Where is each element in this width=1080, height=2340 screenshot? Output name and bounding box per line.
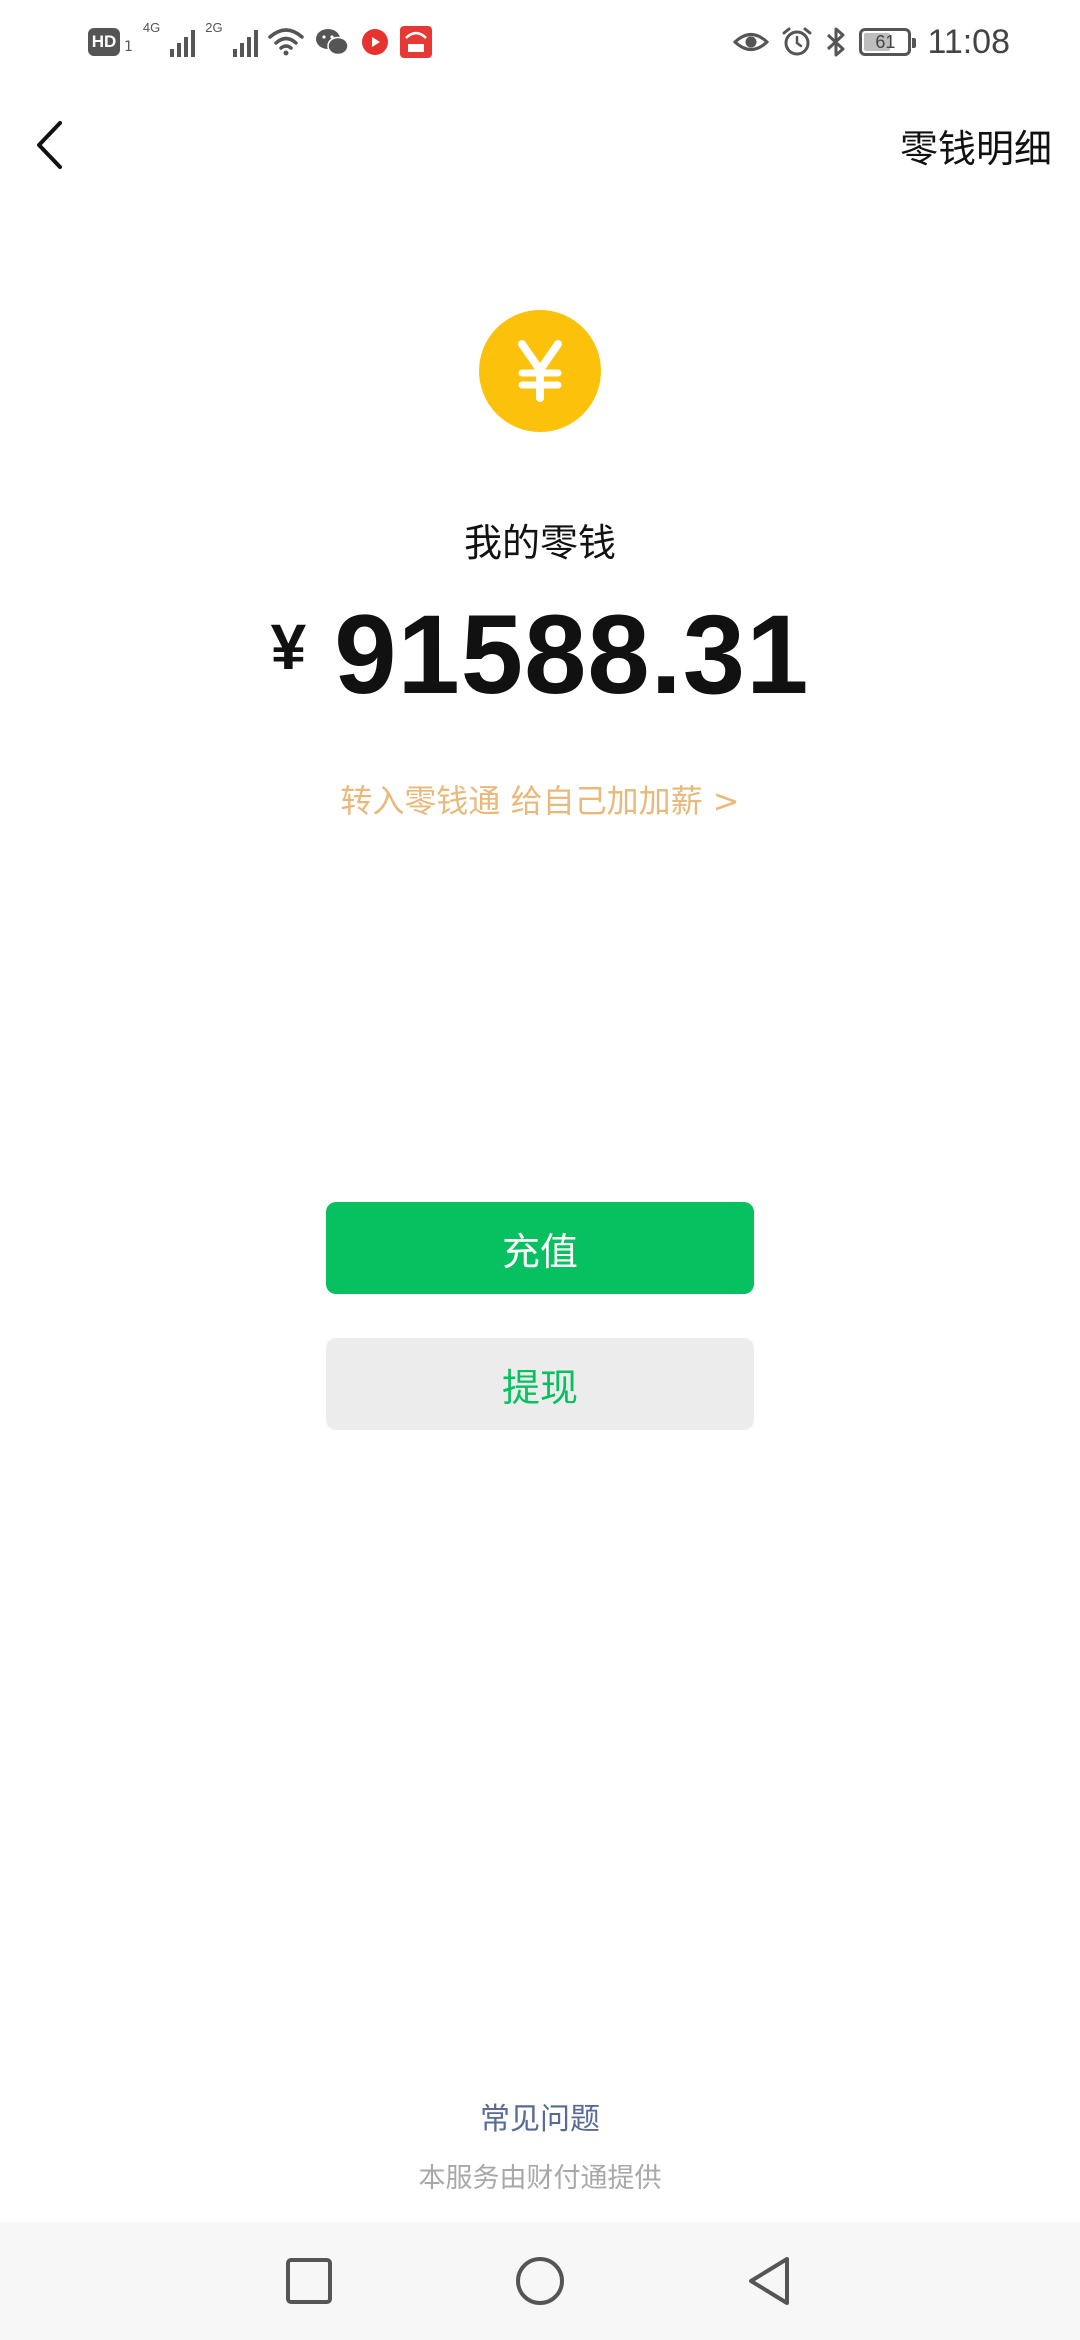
system-nav-bar <box>0 2222 1080 2340</box>
faq-link[interactable]: 常见问题 <box>0 2094 1080 2138</box>
recent-apps-icon <box>286 2258 332 2304</box>
balance-label: 我的零钱 <box>463 521 616 565</box>
hd-icon: HD <box>88 28 120 56</box>
battery-level: 61 <box>875 31 896 52</box>
yuan-coin-icon <box>479 310 601 432</box>
provider-note: 本服务由财付通提供 <box>418 2163 662 2194</box>
wechat-icon <box>314 27 350 57</box>
signal-icon <box>170 27 196 57</box>
app-icon <box>399 26 432 58</box>
back-triangle-icon <box>749 2257 789 2305</box>
battery-icon: 61 <box>859 28 917 56</box>
hd-sim-index: 1 <box>124 39 133 55</box>
balance-amount: 91588.31 <box>334 592 810 717</box>
chevron-left-icon <box>37 121 62 169</box>
system-back-button[interactable] <box>736 2248 802 2314</box>
alarm-icon <box>781 26 813 58</box>
status-bar: HD 1 4G 2G 61 11:08 <box>0 0 1080 80</box>
recharge-button[interactable]: 充值 <box>326 1202 754 1294</box>
eye-icon <box>733 29 770 55</box>
back-button[interactable] <box>24 112 74 178</box>
balance-detail-link[interactable]: 零钱明细 <box>900 118 1052 173</box>
status-bar-right: 61 11:08 <box>733 20 1010 64</box>
signal-icon-2 <box>232 27 258 57</box>
status-time: 11:08 <box>927 22 1010 61</box>
record-icon <box>360 27 390 57</box>
recent-apps-button[interactable] <box>276 2248 342 2314</box>
promo-link[interactable]: 转入零钱通 给自己加加薪 > <box>0 776 1080 822</box>
network-type-1: 4G <box>142 20 161 35</box>
bluetooth-icon <box>825 25 847 59</box>
withdraw-button[interactable]: 提现 <box>326 1338 754 1430</box>
currency-symbol: ¥ <box>270 611 307 683</box>
balance-amount-row: ¥ 91588.31 <box>0 590 1080 720</box>
home-icon <box>516 2257 564 2305</box>
network-type-2: 2G <box>205 20 223 35</box>
home-button[interactable] <box>507 2248 573 2314</box>
status-bar-left: HD 1 4G 2G <box>88 20 432 64</box>
wifi-icon <box>267 27 304 57</box>
